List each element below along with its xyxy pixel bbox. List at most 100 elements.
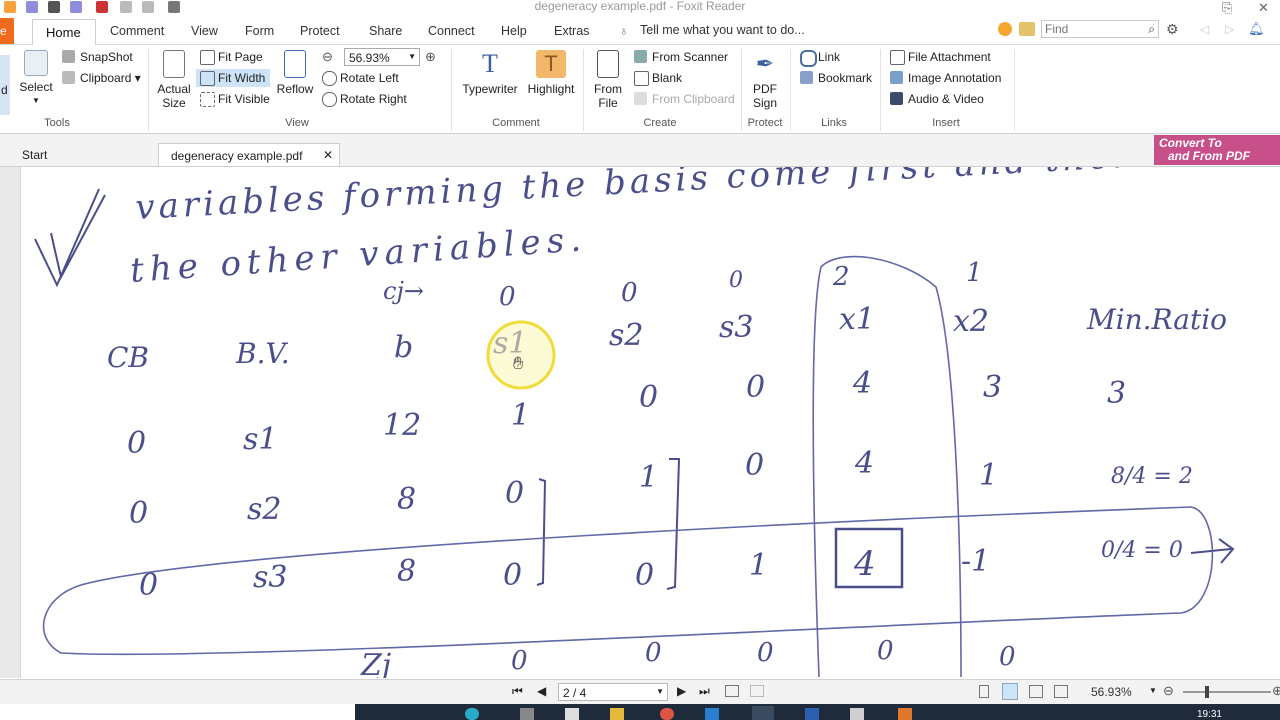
navigation-panel-strip[interactable] [0,167,21,678]
find-box[interactable]: ⌕ [1041,20,1159,38]
taskbar-app-icon[interactable] [565,708,579,720]
rotate-left-button[interactable]: Rotate Left [322,69,399,87]
from-file-button[interactable]: From File [590,50,626,110]
bookmark-button[interactable]: Bookmark [800,69,872,87]
pdf-sign-button[interactable]: ✒ PDF Sign [748,50,782,110]
zoom-in-icon[interactable]: ⊕ [425,49,436,65]
snapshot-button[interactable]: SnapShot [62,48,133,66]
highlight-button[interactable]: T Highlight [526,50,576,96]
menu-tab-home[interactable]: Home [32,19,96,45]
taskbar-app-icon[interactable] [520,708,534,720]
taskbar-clock[interactable]: 19:31 [1197,709,1222,720]
close-tab-icon[interactable]: ✕ [323,148,333,162]
bell-icon[interactable]: 🔔︎ [1248,21,1265,37]
ribbon-divider [880,49,881,131]
last-page-icon[interactable]: ⏭ [699,684,710,699]
image-annotation-button[interactable]: Image Annotation [890,69,1001,87]
menu-tab-help[interactable]: Help [501,24,527,38]
zoom-out-icon[interactable]: ⊖ [1163,683,1174,699]
menu-tab-view[interactable]: View [191,24,218,38]
back-icon[interactable]: ◁ [1200,22,1209,36]
blank-button[interactable]: Blank [634,69,682,87]
row2-cb: 0 [129,496,148,531]
zoom-level[interactable]: 56.93% [1091,685,1132,699]
row1-x1: 4 [852,366,872,401]
protect-group-label: Protect [747,117,783,129]
search-folder-icon[interactable] [1019,22,1035,36]
tell-me-search[interactable]: Tell me what you want to do... [640,23,805,37]
fit-page-button[interactable]: Fit Page [200,48,263,66]
facing-page-icon[interactable] [1029,685,1043,698]
first-page-icon[interactable]: ⏮ [512,684,523,699]
previous-view-icon[interactable] [725,685,739,697]
ribbon-divider [1014,49,1015,131]
page-number-field[interactable]: 2 / 4 ▼ [558,683,668,701]
file-attachment-button[interactable]: File Attachment [890,48,991,66]
menu-tab-protect[interactable]: Protect [300,24,340,38]
rotate-right-button[interactable]: Rotate Right [322,90,407,108]
reflow-icon [284,50,306,78]
taskbar-app-icon[interactable] [465,708,479,720]
forward-icon[interactable]: ▷ [1225,22,1234,36]
clipboard-button[interactable]: Clipboard ▾ [62,69,141,87]
taskbar-app-icon[interactable] [660,708,674,720]
typewriter-button[interactable]: T Typewriter [458,50,522,97]
typewriter-label: Typewriter [462,82,518,96]
taskbar-search[interactable] [0,704,355,720]
zoom-select[interactable]: 56.93% ▼ [344,48,420,66]
hand-tool-button[interactable]: d [0,55,10,115]
zoom-slider[interactable] [1183,691,1271,693]
row1-s1: 1 [511,398,530,433]
fit-width-button[interactable]: Fit Width [196,69,270,87]
next-page-icon[interactable]: ▶ [677,684,686,698]
menu-tab-share[interactable]: Share [369,24,402,38]
menu-tab-extras[interactable]: Extras [554,24,589,38]
fit-visible-button[interactable]: Fit Visible [200,90,270,108]
menu-tab-home-label: Home [46,25,81,40]
like-icon[interactable] [998,22,1012,36]
note-line-2: the other variables. [129,219,588,291]
reflow-button[interactable]: Reflow [276,50,314,96]
continuous-facing-icon[interactable] [1054,685,1068,698]
prev-page-icon[interactable]: ◀ [537,684,546,698]
menu-tab-form[interactable]: Form [245,24,274,38]
continuous-page-icon[interactable] [1002,683,1018,700]
taskbar-app-icon[interactable] [805,708,819,720]
from-scanner-button[interactable]: From Scanner [634,48,728,66]
from-clipboard-button[interactable]: From Clipboard [634,90,735,108]
search-icon[interactable]: ⌕ [1148,22,1155,37]
blank-page-icon [634,71,649,86]
close-window-icon[interactable]: ✕ [1258,0,1269,16]
gear-icon[interactable]: ⚙ [1166,21,1179,38]
audio-video-label: Audio & Video [908,92,984,106]
menu-tab-connect[interactable]: Connect [428,24,475,38]
scanner-icon [634,50,647,63]
link-button[interactable]: Link [800,48,840,67]
taskbar-app-icon[interactable] [705,708,719,720]
zoom-dropdown-icon[interactable]: ▼ [1149,686,1157,695]
zoom-in-icon[interactable]: ⊕ [1272,683,1280,699]
audio-video-button[interactable]: Audio & Video [890,90,984,108]
taskbar-app-icon[interactable] [610,708,624,720]
taskbar-active-app[interactable] [752,706,774,720]
next-view-icon[interactable] [750,685,764,697]
restore-icon[interactable]: ⎘ [1222,0,1232,16]
actual-size-button[interactable]: Actual Size [154,50,194,110]
tab-document[interactable]: degeneracy example.pdf ✕ [158,143,340,166]
snapshot-label: SnapShot [80,50,133,64]
zj-value: 0 [511,646,528,676]
highlight-label: Highlight [527,82,575,96]
file-menu[interactable]: e [0,18,14,44]
single-page-icon[interactable] [979,685,989,698]
zoom-out-icon[interactable]: ⊖ [322,49,333,65]
check-mark [34,188,106,288]
row2-x2: 1 [979,458,998,493]
menu-tab-comment[interactable]: Comment [110,24,164,38]
taskbar-app-icon[interactable] [898,708,912,720]
zoom-slider-handle[interactable] [1205,686,1209,698]
taskbar-app-icon[interactable] [850,708,864,720]
select-button[interactable]: Select ▼ [18,50,54,108]
tab-start[interactable]: Start [10,143,160,166]
convert-pdf-banner[interactable]: Convert To and From PDF [1154,135,1280,165]
find-input[interactable] [1042,21,1144,37]
